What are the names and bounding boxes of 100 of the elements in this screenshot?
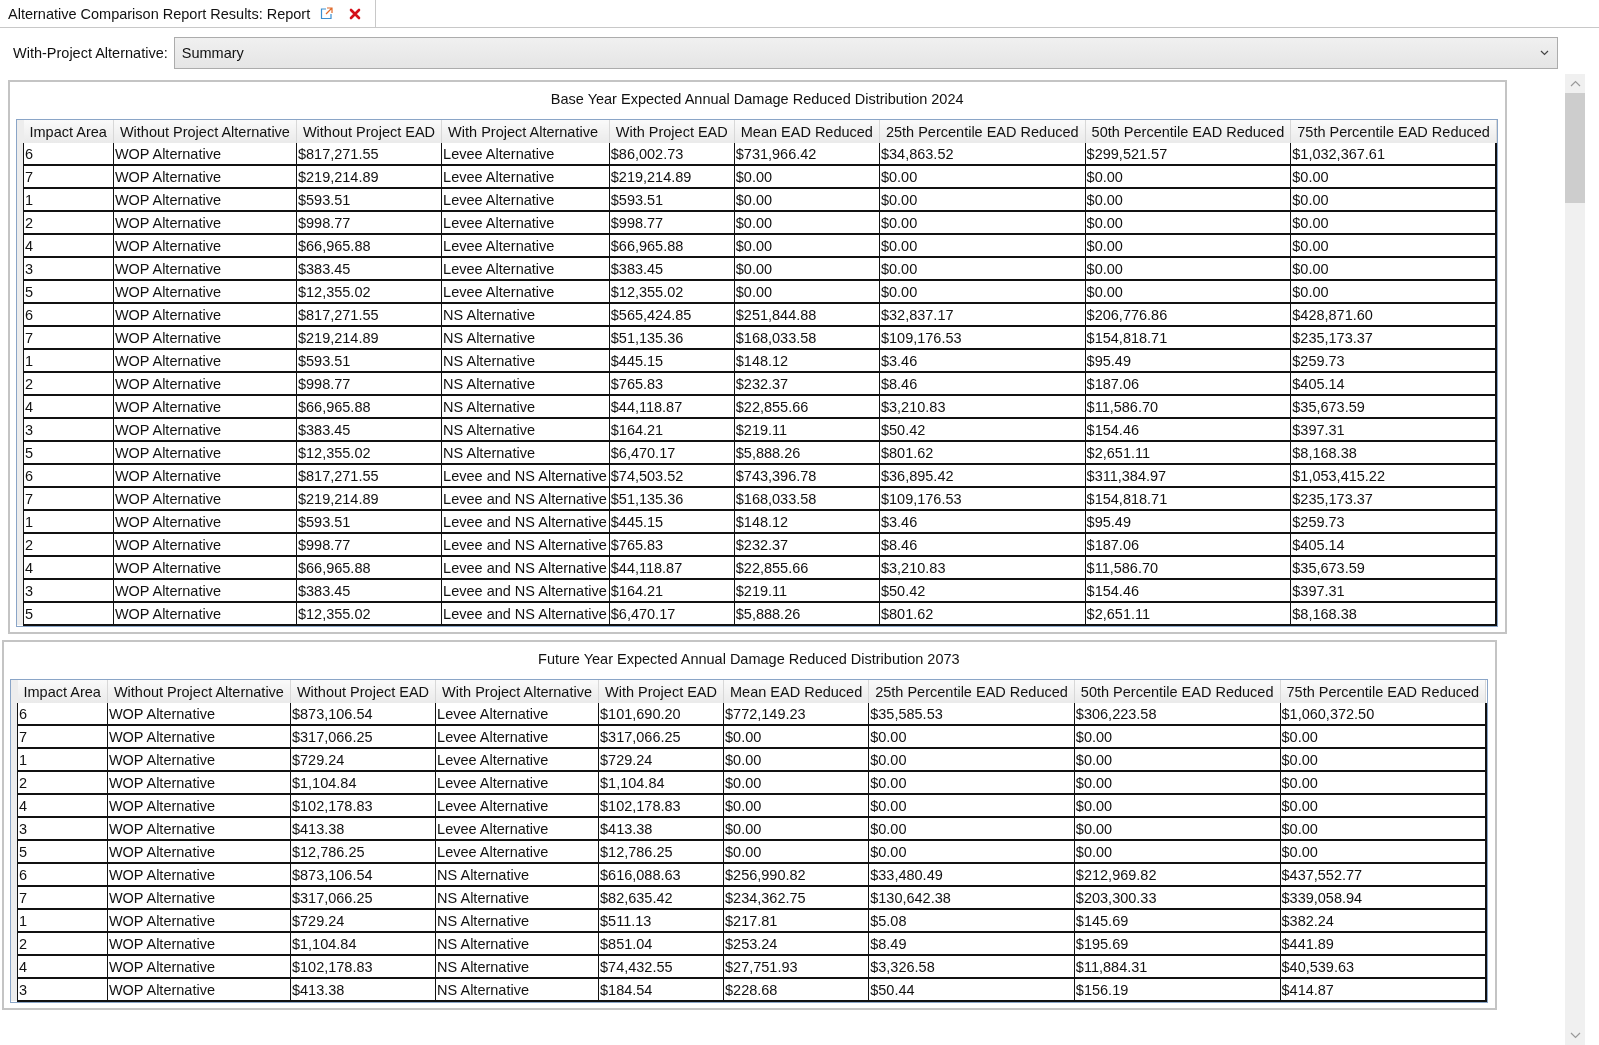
table-cell: WOP Alternative: [107, 840, 291, 863]
table-cell: $414.87: [1280, 978, 1486, 1001]
table-cell: $32,837.17: [879, 303, 1086, 326]
table-cell: WOP Alternative: [107, 748, 291, 771]
table-cell: WOP Alternative: [107, 817, 291, 840]
column-header[interactable]: Mean EAD Reduced: [723, 680, 869, 703]
table-cell: 3: [23, 257, 114, 280]
column-header[interactable]: Without Project EAD: [290, 680, 436, 703]
table-cell: $593.51: [296, 510, 442, 533]
close-icon[interactable]: [349, 7, 362, 20]
table-cell: $8,168.38: [1290, 441, 1497, 464]
table-cell: $1,104.84: [290, 771, 436, 794]
scrollbar-thumb[interactable]: [1565, 93, 1585, 203]
chevron-down-icon: [1540, 50, 1549, 56]
table-cell: 2: [17, 771, 108, 794]
column-header[interactable]: 50th Percentile EAD Reduced: [1085, 120, 1291, 143]
table-cell: $2,651.11: [1085, 602, 1291, 625]
scroll-down-icon[interactable]: [1569, 1032, 1581, 1039]
scroll-up-icon[interactable]: [1569, 80, 1581, 87]
table-cell: Levee and NS Alternative: [441, 510, 610, 533]
table-cell: Levee and NS Alternative: [441, 533, 610, 556]
table-cell: $445.15: [609, 510, 735, 533]
table-cell: 7: [23, 165, 114, 188]
table-cell: $253.24: [723, 932, 869, 955]
column-header[interactable]: With Project EAD: [609, 120, 735, 143]
table-cell: $0.00: [868, 817, 1075, 840]
table-cell: WOP Alternative: [113, 257, 297, 280]
table-cell: 3: [17, 978, 108, 1001]
table-cell: $1,060,372.50: [1280, 703, 1486, 725]
table-cell: $145.69: [1074, 909, 1280, 932]
column-header[interactable]: Without Project Alternative: [113, 120, 297, 143]
table-cell: WOP Alternative: [113, 602, 297, 625]
table-cell: Levee Alternative: [441, 143, 610, 165]
table-cell: $8,168.38: [1290, 602, 1497, 625]
table-cell: 4: [23, 234, 114, 257]
column-header[interactable]: Without Project EAD: [296, 120, 442, 143]
table-cell: $232.37: [734, 372, 880, 395]
table-cell: Levee Alternative: [435, 771, 599, 794]
table-cell: $154,818.71: [1085, 487, 1291, 510]
table-cell: WOP Alternative: [107, 886, 291, 909]
table-cell: $102,178.83: [290, 955, 436, 978]
table-cell: $164.21: [609, 418, 735, 441]
table-cell: $251,844.88: [734, 303, 880, 326]
table-cell: $1,104.84: [290, 932, 436, 955]
table-cell: $0.00: [723, 817, 869, 840]
column-header[interactable]: 75th Percentile EAD Reduced: [1280, 680, 1486, 703]
column-header[interactable]: With Project Alternative: [441, 120, 610, 143]
column-header[interactable]: Impact Area: [23, 120, 114, 143]
table-cell: $565,424.85: [609, 303, 735, 326]
column-header[interactable]: 50th Percentile EAD Reduced: [1074, 680, 1280, 703]
table-cell: $154.46: [1085, 579, 1291, 602]
pop-out-icon[interactable]: [320, 7, 334, 20]
table-cell: $101,690.20: [598, 703, 724, 725]
table-title: Base Year Expected Annual Damage Reduced Distribution 2024: [549, 90, 965, 109]
table-cell: $259.73: [1290, 349, 1497, 372]
column-header[interactable]: 25th Percentile EAD Reduced: [879, 120, 1086, 143]
table-cell: $0.00: [1085, 234, 1291, 257]
table-cell: $397.31: [1290, 418, 1497, 441]
column-header[interactable]: Impact Area: [17, 680, 108, 703]
table-cell: $729.24: [290, 748, 436, 771]
table-cell: $259.73: [1290, 510, 1497, 533]
table-cell: WOP Alternative: [107, 909, 291, 932]
table-cell: $0.00: [1290, 211, 1497, 234]
table-cell: $12,355.02: [296, 280, 442, 303]
table-cell: $817,271.55: [296, 464, 442, 487]
table-cell: Levee Alternative: [441, 257, 610, 280]
alternative-dropdown[interactable]: Summary: [173, 37, 1558, 69]
table-cell: NS Alternative: [441, 303, 610, 326]
column-header[interactable]: 25th Percentile EAD Reduced: [868, 680, 1075, 703]
table-cell: $11,586.70: [1085, 556, 1291, 579]
table-cell: $109,176.53: [879, 326, 1086, 349]
column-header[interactable]: 75th Percentile EAD Reduced: [1290, 120, 1497, 143]
table-cell: $3,210.83: [879, 395, 1086, 418]
table-cell: $0.00: [734, 165, 880, 188]
table-cell: NS Alternative: [441, 418, 610, 441]
table-cell: $195.69: [1074, 932, 1280, 955]
table-cell: $0.00: [723, 794, 869, 817]
column-header[interactable]: With Project Alternative: [435, 680, 599, 703]
column-header[interactable]: With Project EAD: [598, 680, 724, 703]
table-cell: $299,521.57: [1085, 143, 1291, 165]
table-cell: $0.00: [734, 280, 880, 303]
table-cell: $187.06: [1085, 533, 1291, 556]
table-cell: $0.00: [879, 257, 1086, 280]
table-cell: $2,651.11: [1085, 441, 1291, 464]
table-cell: $168,033.58: [734, 326, 880, 349]
table-cell: $22,855.66: [734, 395, 880, 418]
table-cell: $0.00: [1280, 748, 1486, 771]
table-cell: 6: [23, 143, 114, 165]
table-cell: $11,586.70: [1085, 395, 1291, 418]
vertical-scrollbar[interactable]: [1565, 74, 1585, 1045]
column-header[interactable]: Without Project Alternative: [107, 680, 291, 703]
table-cell: $383.45: [296, 579, 442, 602]
table-cell: WOP Alternative: [113, 211, 297, 234]
table-cell: $164.21: [609, 579, 735, 602]
column-header[interactable]: Mean EAD Reduced: [734, 120, 880, 143]
table-cell: $317,066.25: [290, 886, 436, 909]
table-cell: $616,088.63: [598, 863, 724, 886]
table-cell: Levee Alternative: [435, 817, 599, 840]
table-cell: $0.00: [723, 771, 869, 794]
table-cell: 2: [23, 533, 114, 556]
